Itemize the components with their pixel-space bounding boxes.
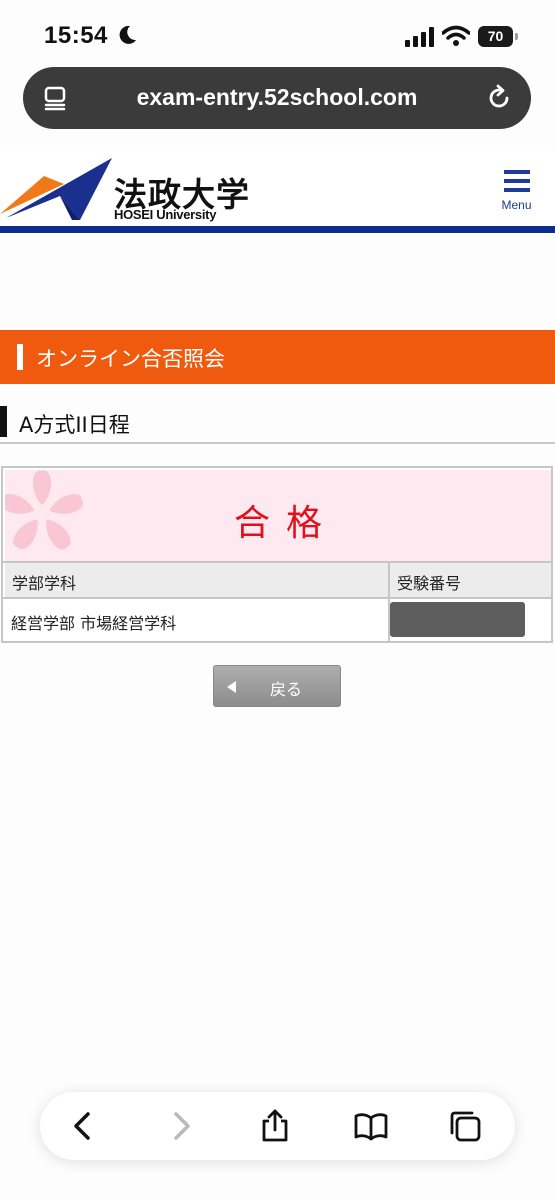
bookmarks-icon: [354, 1113, 388, 1141]
schedule-divider: [0, 442, 555, 444]
result-banner: 合格: [5, 470, 551, 561]
hosei-logo[interactable]: 法政大学 HOSEI University: [0, 156, 250, 226]
header-divider: [0, 226, 555, 233]
status-time: 15:54: [44, 22, 108, 49]
header-faculty: 学部学科: [5, 563, 388, 597]
site-header: 法政大学 HOSEI University Menu: [0, 150, 555, 234]
bookmarks-button[interactable]: [354, 1109, 388, 1143]
status-bar: 15:54 70: [0, 0, 555, 66]
section-header-marker: [17, 344, 23, 370]
share-icon: [262, 1109, 288, 1142]
logo-mark-icon: [0, 158, 112, 220]
schedule-marker: [0, 406, 7, 437]
battery-level: 70: [487, 28, 504, 44]
nav-back-button[interactable]: [66, 1109, 100, 1143]
url-text[interactable]: exam-entry.52school.com: [23, 84, 531, 111]
exam-number-redacted: [390, 602, 525, 637]
moon-icon: [119, 25, 136, 44]
section-header: オンライン合否照会: [0, 330, 555, 384]
address-bar[interactable]: exam-entry.52school.com: [23, 67, 531, 129]
wifi-icon: [442, 25, 470, 46]
header-exam-number: 受験番号: [390, 563, 551, 597]
menu-label: Menu: [501, 198, 532, 212]
back-label: 戻る: [269, 680, 302, 699]
result-table: 合格 学部学科 受験番号 経営学部 市場経営学科: [1, 466, 553, 643]
signal-icon: [405, 27, 434, 47]
hamburger-icon: [504, 170, 530, 192]
reload-icon[interactable]: [485, 84, 513, 112]
section-title: オンライン合否照会: [36, 347, 225, 371]
nav-forward-button[interactable]: [164, 1109, 198, 1143]
result-status: 合格: [233, 503, 338, 544]
menu-button[interactable]: Menu: [496, 168, 540, 216]
back-button[interactable]: 戻る: [213, 665, 341, 707]
tabs-button[interactable]: [448, 1109, 482, 1143]
logo-english: HOSEI University: [114, 207, 217, 222]
forward-icon: [174, 1112, 190, 1140]
browser-toolbar: [40, 1092, 515, 1160]
schedule-title: A方式II日程: [19, 413, 130, 437]
share-button[interactable]: [258, 1109, 292, 1143]
faculty-value: 経営学部 市場経営学科: [11, 614, 177, 633]
back-icon: [74, 1112, 90, 1140]
tabs-icon: [450, 1111, 481, 1142]
battery-icon: 70: [478, 26, 518, 47]
